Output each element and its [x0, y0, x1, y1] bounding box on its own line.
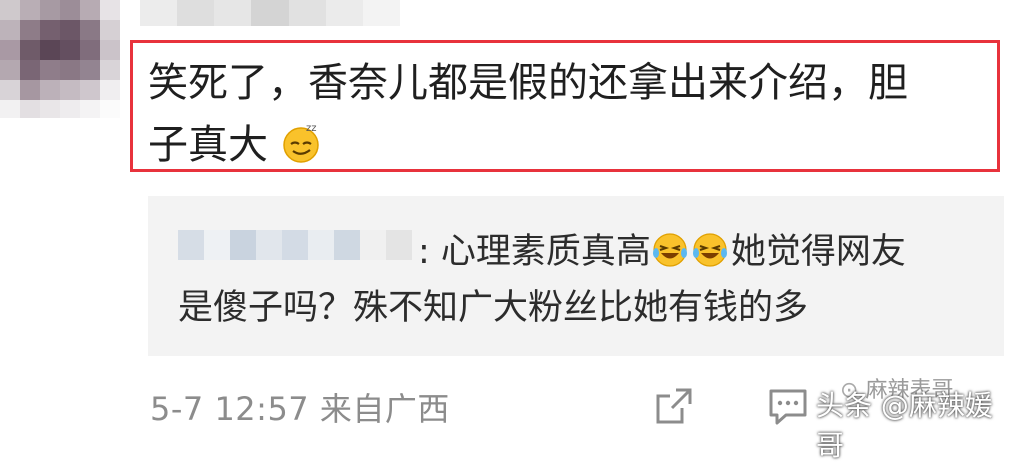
comment-line-1: 笑死了，香奈儿都是假的还拿出来介绍，胆 — [148, 60, 908, 106]
reply-line-2: 是傻子吗？殊不知广大粉丝比她有钱的多 — [178, 288, 809, 328]
comment-icon[interactable] — [766, 384, 810, 428]
share-icon[interactable] — [652, 384, 696, 428]
reply-line-1-tail: 她觉得网友 — [730, 232, 906, 272]
laughing-tears-emoji-icon — [691, 230, 731, 270]
avatar[interactable] — [0, 0, 120, 118]
reply-text: : 心理素质真高 她觉得网友 是傻子吗？殊不知广大粉丝比她有钱的多 — [178, 224, 988, 336]
laughing-tears-emoji-icon — [651, 230, 691, 270]
comment-timestamp: 5-7 12:57 来自广西 — [150, 390, 450, 428]
comment-text: 笑死了，香奈儿都是假的还拿出来介绍，胆 子真大 zz — [148, 52, 998, 176]
reply-line-1: : 心理素质真高 — [418, 232, 651, 272]
dizzy-smile-emoji-icon: zz — [281, 120, 321, 163]
reply-box[interactable]: : 心理素质真高 她觉得网友 是傻子吗？殊不知广大粉丝比她有钱的多 — [148, 196, 1004, 356]
watermark-text: 头条 @麻辣媛哥 — [816, 389, 993, 462]
comment-line-2: 子真大 — [148, 122, 268, 168]
username-blurred[interactable] — [140, 0, 400, 26]
svg-text:zz: zz — [306, 123, 317, 134]
